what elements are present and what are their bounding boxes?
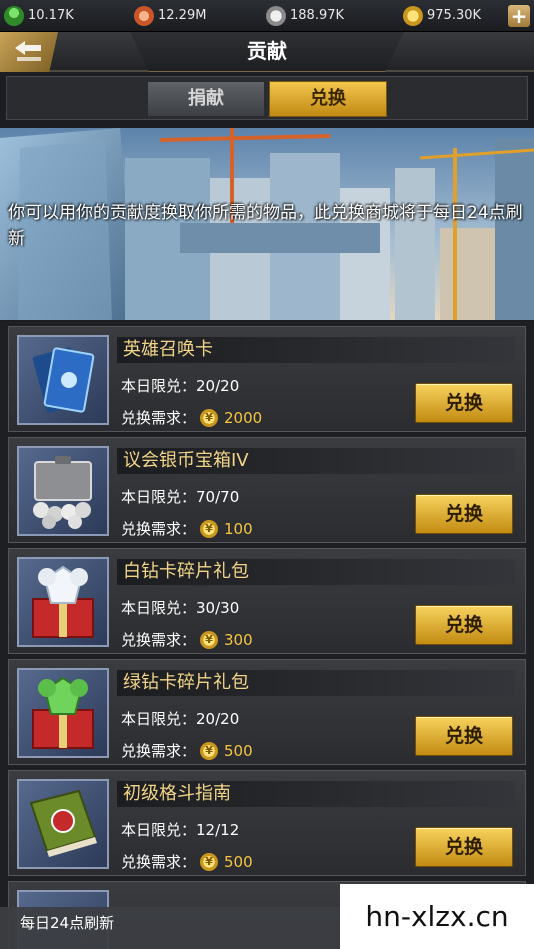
limit-value: 20/20 bbox=[196, 377, 240, 395]
item-name-bar: 英雄召唤卡 bbox=[117, 337, 515, 363]
resource-medal: 12.29M bbox=[130, 0, 262, 32]
resource-bar: 10.17K 12.29M 188.97K 975.30K + bbox=[0, 0, 534, 32]
exchange-button[interactable]: 兑换 bbox=[415, 716, 513, 756]
item-name-bar: 白钻卡碎片礼包 bbox=[117, 559, 515, 585]
requirement-label: 兑换需求： bbox=[121, 409, 197, 427]
green-diamond-giftbox-icon bbox=[32, 676, 94, 749]
resource-gold: 975.30K bbox=[399, 0, 506, 32]
item-name: 初级格斗指南 bbox=[123, 783, 231, 804]
requirement-label: 兑换需求： bbox=[121, 520, 197, 538]
resource-value: 975.30K bbox=[427, 8, 482, 23]
silver-coin-icon bbox=[266, 5, 286, 26]
limit-value: 20/20 bbox=[196, 710, 240, 728]
item-name: 议会银币宝箱IV bbox=[123, 450, 249, 471]
resource-value: 12.29M bbox=[158, 8, 207, 23]
item-name: 英雄召唤卡 bbox=[123, 339, 213, 360]
item-limit: 本日限兑：20/20 bbox=[121, 708, 239, 729]
item-cost: 500 bbox=[224, 741, 253, 760]
resource-silver: 188.97K bbox=[262, 0, 399, 32]
list-item: 议会银币宝箱IV 本日限兑：70/70 兑换需求： ¥100 兑换 bbox=[8, 437, 526, 543]
fighting-guide-book-icon bbox=[29, 789, 97, 857]
requirement-label: 兑换需求： bbox=[121, 742, 197, 760]
limit-label: 本日限兑： bbox=[121, 377, 197, 395]
refresh-notice: 每日24点刷新 bbox=[20, 914, 115, 932]
item-thumbnail bbox=[17, 335, 109, 425]
limit-label: 本日限兑： bbox=[121, 710, 197, 728]
list-item: 英雄召唤卡 本日限兑：20/20 兑换需求： ¥2000 兑换 bbox=[8, 326, 526, 432]
limit-value: 30/30 bbox=[196, 599, 240, 617]
exchange-list[interactable]: 英雄召唤卡 本日限兑：20/20 兑换需求： ¥2000 兑换 议会银币宝箱IV … bbox=[0, 322, 534, 949]
white-diamond-giftbox-icon bbox=[32, 565, 94, 638]
gold-coin-icon: ¥ bbox=[200, 630, 219, 649]
exchange-button[interactable]: 兑换 bbox=[415, 827, 513, 867]
item-limit: 本日限兑：70/70 bbox=[121, 486, 239, 507]
limit-label: 本日限兑： bbox=[121, 488, 197, 506]
limit-label: 本日限兑： bbox=[121, 599, 197, 617]
item-requirement: 兑换需求： ¥300 bbox=[121, 629, 253, 650]
item-name-bar: 议会银币宝箱IV bbox=[117, 448, 515, 474]
page-title: 贡献 bbox=[247, 39, 287, 63]
item-requirement: 兑换需求： ¥2000 bbox=[121, 407, 262, 428]
item-thumbnail bbox=[17, 557, 109, 647]
item-cost: 500 bbox=[224, 852, 253, 871]
title-bar: 贡献 bbox=[0, 32, 534, 72]
gold-coin-icon: ¥ bbox=[200, 519, 219, 538]
item-requirement: 兑换需求： ¥500 bbox=[121, 851, 253, 872]
exchange-button[interactable]: 兑换 bbox=[415, 383, 513, 423]
item-thumbnail bbox=[17, 668, 109, 758]
item-requirement: 兑换需求： ¥100 bbox=[121, 518, 253, 539]
tab-donate[interactable]: 捐献 bbox=[147, 81, 265, 117]
item-cost: 2000 bbox=[224, 408, 263, 427]
resource-value: 10.17K bbox=[28, 8, 74, 23]
add-resource-button[interactable]: + bbox=[508, 5, 530, 27]
tab-row: 捐献 兑换 bbox=[6, 76, 528, 120]
gold-coin-icon bbox=[403, 5, 423, 26]
item-limit: 本日限兑：30/30 bbox=[121, 597, 239, 618]
gold-coin-icon: ¥ bbox=[200, 408, 219, 427]
gold-coin-icon: ¥ bbox=[200, 852, 219, 871]
watermark: hn-xlzx.cn bbox=[340, 884, 534, 949]
exchange-button[interactable]: 兑换 bbox=[415, 494, 513, 534]
limit-value: 12/12 bbox=[196, 821, 240, 839]
item-thumbnail bbox=[17, 779, 109, 869]
requirement-label: 兑换需求： bbox=[121, 631, 197, 649]
limit-value: 70/70 bbox=[196, 488, 240, 506]
silver-chest-icon bbox=[33, 456, 92, 529]
requirement-label: 兑换需求： bbox=[121, 853, 197, 871]
item-cost: 300 bbox=[224, 630, 253, 649]
item-name: 绿钻卡碎片礼包 bbox=[123, 672, 249, 693]
item-name-bar: 初级格斗指南 bbox=[117, 781, 515, 807]
item-requirement: 兑换需求： ¥500 bbox=[121, 740, 253, 761]
resource-value: 188.97K bbox=[290, 8, 345, 23]
person-icon bbox=[4, 5, 24, 26]
item-name: 白钻卡碎片礼包 bbox=[123, 561, 249, 582]
item-limit: 本日限兑：12/12 bbox=[121, 819, 239, 840]
tab-exchange[interactable]: 兑换 bbox=[269, 81, 387, 117]
gold-coin-icon: ¥ bbox=[200, 741, 219, 760]
list-item: 白钻卡碎片礼包 本日限兑：30/30 兑换需求： ¥300 兑换 bbox=[8, 548, 526, 654]
resource-population: 10.17K bbox=[0, 0, 130, 32]
list-item: 初级格斗指南 本日限兑：12/12 兑换需求： ¥500 兑换 bbox=[8, 770, 526, 876]
item-limit: 本日限兑：20/20 bbox=[121, 375, 239, 396]
item-name-bar: 绿钻卡碎片礼包 bbox=[117, 670, 515, 696]
item-cost: 100 bbox=[224, 519, 253, 538]
limit-label: 本日限兑： bbox=[121, 821, 197, 839]
medal-icon bbox=[134, 5, 154, 26]
banner-description: 你可以用你的贡献度换取你所需的物品，此兑换商城将于每日24点刷新 bbox=[8, 203, 523, 249]
exchange-button[interactable]: 兑换 bbox=[415, 605, 513, 645]
shop-banner: 你可以用你的贡献度换取你所需的物品，此兑换商城将于每日24点刷新 bbox=[0, 128, 534, 320]
item-thumbnail bbox=[17, 446, 109, 536]
list-item: 绿钻卡碎片礼包 本日限兑：20/20 兑换需求： ¥500 兑换 bbox=[8, 659, 526, 765]
hero-card-icon bbox=[32, 347, 95, 413]
